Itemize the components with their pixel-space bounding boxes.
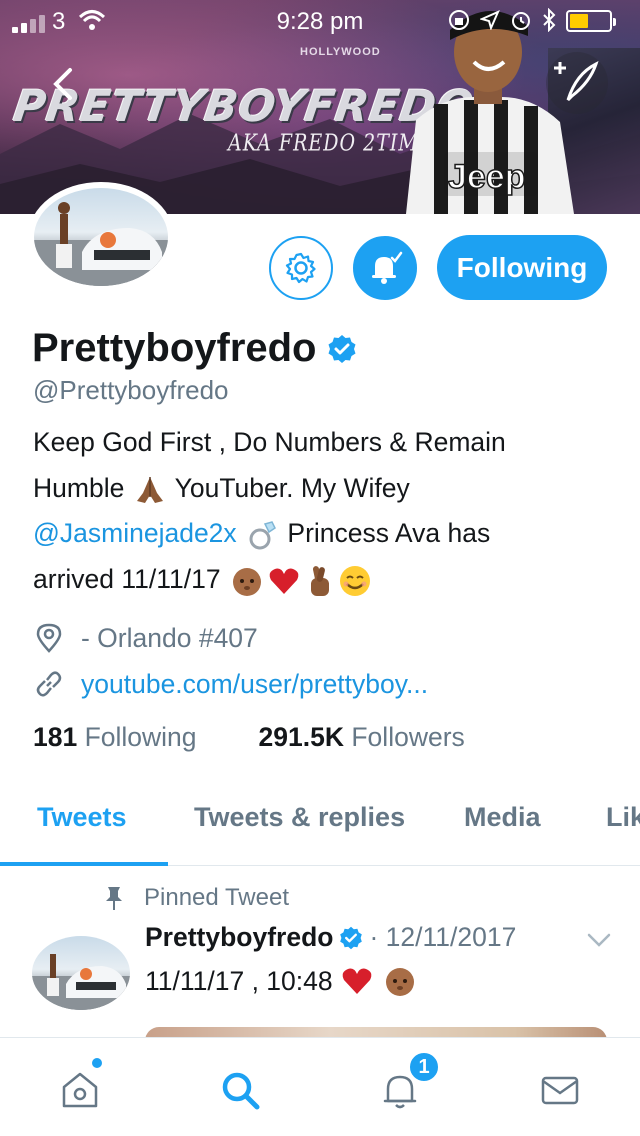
messages-tab[interactable] bbox=[538, 1068, 582, 1112]
followers-count-link[interactable]: 291.5K Followers bbox=[259, 722, 465, 753]
home-tab[interactable] bbox=[58, 1068, 102, 1112]
status-right-icons bbox=[448, 8, 556, 32]
chevron-left-icon bbox=[53, 68, 72, 100]
orientation-lock-icon bbox=[449, 10, 469, 30]
alarm-icon bbox=[512, 12, 530, 30]
settings-button[interactable] bbox=[269, 236, 333, 300]
bio-line-2: Humble YouTuber. My Wifey bbox=[33, 466, 593, 512]
bottom-tab-bar: 1 bbox=[0, 1037, 640, 1136]
red-heart-emoji-icon bbox=[269, 568, 299, 594]
profile-display-name: Prettyboyfredo bbox=[32, 326, 317, 370]
ring-emoji-icon bbox=[249, 521, 277, 550]
compose-tweet-button[interactable] bbox=[546, 52, 608, 114]
following-count: 181 bbox=[33, 722, 78, 752]
link-icon bbox=[33, 668, 65, 700]
active-tab-indicator bbox=[0, 862, 168, 866]
bio-youtuber-text: YouTuber. My Wifey bbox=[174, 472, 410, 503]
tab-tweets-and-replies[interactable]: Tweets & replies bbox=[194, 802, 405, 833]
tab-media[interactable]: Media bbox=[464, 802, 541, 833]
bio-arrived-text: arrived 11/11/17 bbox=[33, 563, 221, 594]
profile-website-link[interactable]: youtube.com/user/prettyboy... bbox=[81, 669, 428, 700]
tweet-author-avatar[interactable] bbox=[32, 936, 130, 1010]
profile-location: - Orlando #407 bbox=[81, 622, 258, 653]
red-heart-emoji-icon bbox=[342, 968, 371, 994]
tab-tweets[interactable]: Tweets bbox=[37, 802, 127, 833]
profile-name-row: Prettyboyfredo bbox=[32, 326, 357, 371]
banner-jersey-text: Jeep bbox=[448, 158, 526, 196]
praying-hands-emoji-icon bbox=[136, 476, 163, 503]
bell-check-icon bbox=[372, 251, 403, 284]
chevron-down-icon[interactable] bbox=[586, 930, 612, 950]
tweet-header: Prettyboyfredo · 12/11/2017 bbox=[145, 922, 516, 953]
profile-avatar[interactable] bbox=[28, 182, 174, 292]
bio-mention-link[interactable]: @Jasminejade2x bbox=[33, 518, 237, 548]
following-count-link[interactable]: 181 Following bbox=[33, 722, 197, 753]
profile-tabs: Tweets Tweets & replies Media Lik bbox=[0, 782, 640, 866]
verified-badge-icon bbox=[340, 926, 363, 949]
home-new-content-dot bbox=[92, 1058, 102, 1068]
pinned-tweet-label: Pinned Tweet bbox=[144, 884, 289, 911]
smiling-face-emoji-icon bbox=[339, 565, 370, 596]
pin-icon bbox=[106, 887, 122, 910]
avatar-car-image bbox=[34, 202, 168, 286]
avatar-photo bbox=[34, 188, 168, 286]
bio-line-3: @Jasminejade2x Princess Ava has bbox=[33, 511, 593, 557]
bio-line-1: Keep God First , Do Numbers & Remain bbox=[33, 427, 506, 457]
baby-emoji-icon bbox=[232, 567, 261, 596]
tweet-author-name[interactable]: Prettyboyfredo bbox=[145, 922, 333, 953]
home-icon bbox=[62, 1072, 98, 1108]
tweet-text: 11/11/17 , 10:48 bbox=[145, 964, 419, 998]
following-label: Following bbox=[84, 722, 197, 752]
tweet-date: · 12/11/2017 bbox=[369, 922, 517, 952]
back-button[interactable] bbox=[44, 64, 84, 104]
bio-princess-text: Princess Ava has bbox=[287, 518, 491, 548]
location-icon bbox=[480, 10, 500, 30]
bluetooth-icon bbox=[543, 8, 556, 32]
profile-location-row: - Orlando #407 bbox=[33, 622, 258, 654]
profile-bio: Keep God First , Do Numbers & Remain Hum… bbox=[33, 420, 593, 602]
search-icon bbox=[222, 1072, 260, 1110]
tweet-body: 11/11/17 , 10:48 bbox=[145, 965, 333, 996]
followers-label: Followers bbox=[351, 722, 465, 752]
notifications-on-button[interactable] bbox=[353, 236, 417, 300]
verified-badge-icon bbox=[328, 334, 355, 363]
gear-icon bbox=[285, 252, 316, 284]
search-tab[interactable] bbox=[218, 1068, 262, 1112]
baby-emoji-icon bbox=[385, 968, 414, 996]
profile-handle: @Prettyboyfredo bbox=[33, 375, 229, 405]
following-button[interactable]: Following bbox=[437, 235, 607, 300]
location-pin-icon bbox=[33, 622, 65, 654]
tab-likes[interactable]: Lik bbox=[606, 802, 640, 833]
profile-website-row[interactable]: youtube.com/user/prettyboy... bbox=[33, 668, 428, 700]
bio-line-4: arrived 11/11/17 bbox=[33, 557, 593, 603]
notifications-badge: 1 bbox=[408, 1051, 440, 1083]
battery-icon bbox=[566, 10, 616, 32]
banner-hollywood-sign: HOLLYWOOD bbox=[300, 46, 381, 58]
pinned-tweet-label-row: Pinned Tweet bbox=[104, 884, 289, 912]
status-bar: 3 9:28 pm bbox=[0, 0, 640, 40]
followers-count: 291.5K bbox=[258, 722, 344, 752]
follow-counts: 181 Following 291.5K Followers bbox=[33, 722, 465, 753]
envelope-icon bbox=[541, 1076, 579, 1105]
bio-humble-text: Humble bbox=[33, 472, 125, 503]
compose-quill-icon bbox=[554, 61, 599, 102]
tweet-avatar-photo bbox=[32, 954, 130, 1010]
crossed-fingers-emoji-icon bbox=[310, 565, 329, 596]
